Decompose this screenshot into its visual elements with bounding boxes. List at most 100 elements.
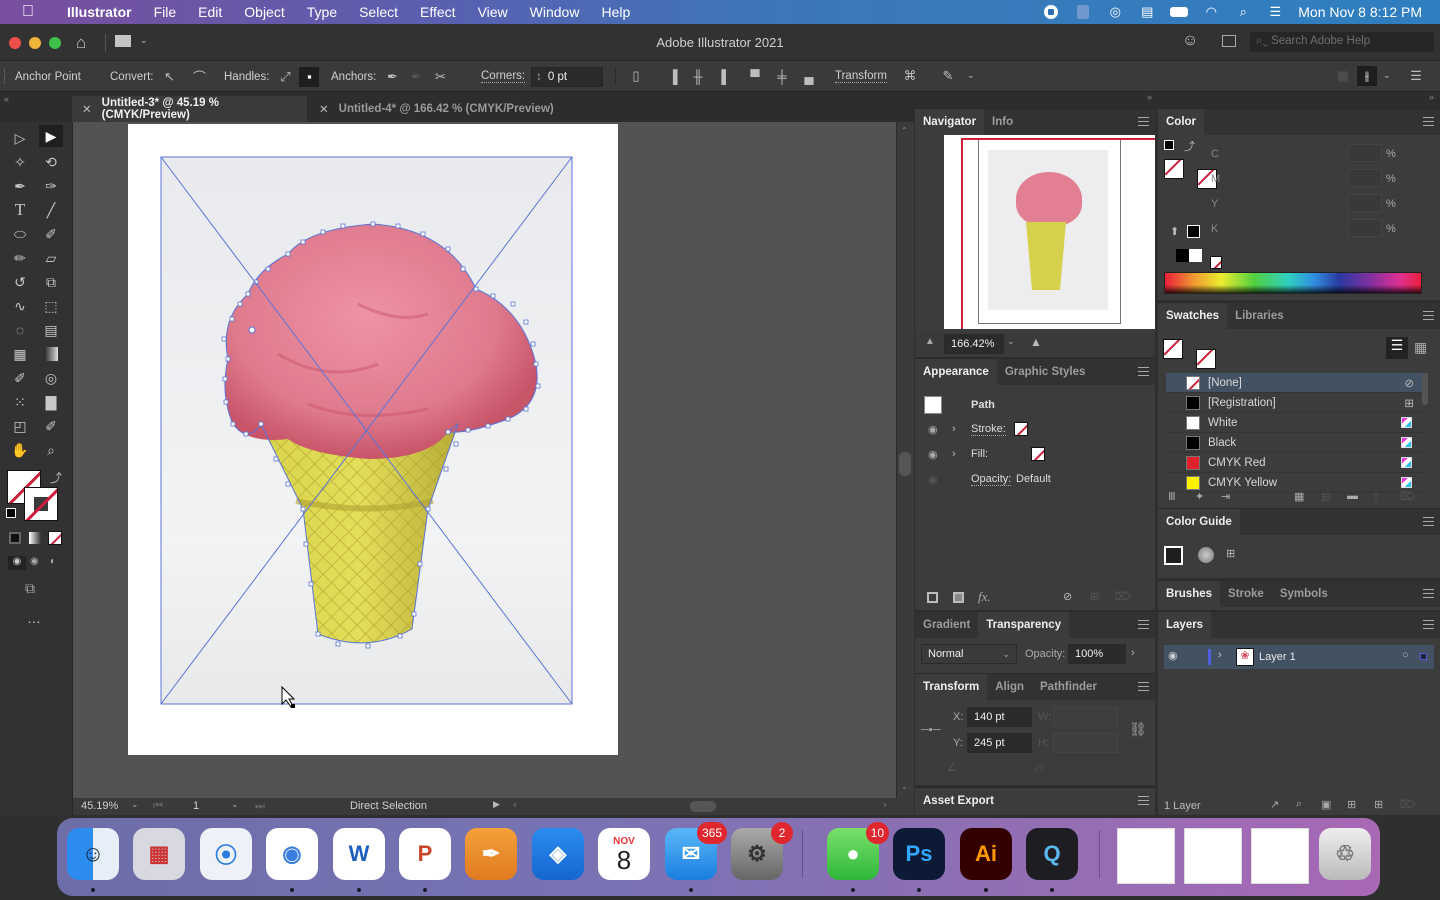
menu-app-name[interactable]: Illustrator <box>56 4 143 20</box>
menu-file[interactable]: File <box>143 4 188 20</box>
anchor-point[interactable] <box>245 291 251 297</box>
anchor-point[interactable] <box>523 319 529 325</box>
creative-cloud-icon[interactable]: ◎ <box>1106 4 1124 19</box>
direct-selection-tool[interactable]: ▶ <box>39 125 63 147</box>
export-for-screens-icon[interactable]: ↗ <box>1270 798 1279 811</box>
curvature-tool[interactable]: ✑ <box>39 175 63 197</box>
opacity-slider-chevron-icon[interactable]: › <box>1131 647 1135 659</box>
dock-messages-icon[interactable]: ● 10 <box>827 822 889 880</box>
draw-normal-icon[interactable]: ◉ <box>8 556 26 570</box>
black-value-input[interactable] <box>1348 219 1382 237</box>
panel-menu-icon[interactable] <box>1423 117 1434 126</box>
layer-target-icon[interactable]: ○ <box>1402 649 1409 661</box>
lasso-tool[interactable]: ⟲ <box>39 151 63 173</box>
create-sublayer-icon[interactable]: ⊞ <box>1347 798 1356 811</box>
anchor-point[interactable] <box>273 456 279 462</box>
swatch-libraries-menu-icon[interactable]: Ⅲ <box>1168 490 1176 503</box>
default-fill-stroke-icon[interactable] <box>1164 140 1174 150</box>
dock-word-icon[interactable]: W <box>333 828 385 880</box>
panel-toggle-icon[interactable]: ⫲ <box>1357 66 1377 86</box>
display-icon[interactable]: ▤ <box>1138 4 1156 19</box>
wifi-icon[interactable]: ◠ <box>1202 4 1220 19</box>
navigator-view-box[interactable] <box>961 138 1155 329</box>
anchor-point[interactable] <box>445 246 451 252</box>
anchor-point[interactable] <box>443 466 449 472</box>
close-tab-icon[interactable]: ✕ <box>319 102 329 116</box>
gradient-mode-icon[interactable] <box>29 532 41 544</box>
tab-layers[interactable]: Layers <box>1158 612 1212 638</box>
horizontal-scrollbar-thumb[interactable] <box>690 801 716 812</box>
zoom-level[interactable]: 45.19% <box>81 800 118 812</box>
swatch-row[interactable]: CMYK Red <box>1166 453 1428 473</box>
new-folder-icon[interactable]: ▬ <box>1347 490 1358 502</box>
panel-menu-icon[interactable] <box>1138 796 1149 805</box>
collapse-toolbar-icon[interactable]: « <box>4 94 9 104</box>
arrange-documents-icon[interactable] <box>1222 35 1236 47</box>
hide-handles-icon[interactable]: ▪ <box>299 66 320 87</box>
recolor-artwork-icon[interactable]: ✎ <box>938 66 958 86</box>
expand-fill-chevron-icon[interactable]: › <box>952 448 956 460</box>
create-new-layer-icon[interactable]: ⊞ <box>1374 798 1383 811</box>
swatch-row[interactable]: Black <box>1166 433 1428 453</box>
tab-align[interactable]: Align <box>987 674 1032 700</box>
align-left-icon[interactable]: ▐ <box>663 66 683 86</box>
stroke-swatch-none[interactable] <box>1014 422 1028 436</box>
align-horizontal-center-icon[interactable]: ╫ <box>688 66 708 86</box>
stepper-icon[interactable]: ↕ <box>536 71 542 83</box>
reference-point-icon[interactable]: ─▪─ <box>921 724 941 736</box>
default-fill-stroke-icon[interactable] <box>6 508 16 518</box>
anchor-point[interactable] <box>285 481 291 487</box>
menu-select[interactable]: Select <box>348 4 409 20</box>
zoom-in-icon[interactable]: ▲ <box>1030 335 1042 349</box>
anchor-point[interactable] <box>397 633 403 639</box>
zoom-tool[interactable]: ⌕ <box>39 439 63 461</box>
menu-object[interactable]: Object <box>233 4 295 20</box>
save-color-group-icon[interactable]: ⊞ <box>1226 547 1235 560</box>
tab-transparency[interactable]: Transparency <box>978 612 1070 638</box>
fill-none-indicator[interactable] <box>1163 339 1183 359</box>
shaper-tool[interactable]: ✏ <box>8 247 32 269</box>
canvas-area[interactable] <box>73 122 896 798</box>
doc-tab-untitled-3[interactable]: ✕ Untitled-3* @ 45.19 % (CMYK/Preview) <box>72 96 307 122</box>
mesh-tool[interactable]: ▦ <box>8 343 32 365</box>
menu-edit[interactable]: Edit <box>187 4 233 20</box>
dock-pages-icon[interactable]: ✒ <box>465 828 517 880</box>
dock-safari-icon[interactable]: ⦿ <box>200 828 252 880</box>
anchor-point[interactable] <box>237 301 243 307</box>
layer-selection-indicator[interactable] <box>1420 653 1427 660</box>
close-tab-icon[interactable]: ✕ <box>82 102 92 116</box>
corners-input[interactable]: ↕ 0 pt <box>531 66 604 87</box>
expand-layer-chevron-icon[interactable]: › <box>1218 649 1222 661</box>
cyan-value-input[interactable] <box>1348 144 1382 162</box>
show-swatch-kinds-icon[interactable]: ✦ <box>1195 490 1204 503</box>
panel-menu-icon[interactable] <box>1423 517 1434 526</box>
dock-recent-document[interactable] <box>1251 828 1309 884</box>
tab-color[interactable]: Color <box>1158 109 1205 135</box>
tab-symbols[interactable]: Symbols <box>1272 581 1336 607</box>
status-menu-arrow-icon[interactable]: ▶ <box>493 799 500 810</box>
eraser-tool[interactable]: ▱ <box>39 247 63 269</box>
isolate-object-icon[interactable]: ⌘ <box>900 66 920 86</box>
chevron-down-icon[interactable]: ⌄ <box>231 799 239 810</box>
x-position-input[interactable]: 140 pt <box>967 707 1032 727</box>
dock-launchpad-icon[interactable]: ▦ <box>133 828 185 880</box>
corners-label[interactable]: Corners: <box>481 70 526 83</box>
locate-object-icon[interactable]: ⌕ <box>1296 798 1302 811</box>
free-transform-tool[interactable]: ⬚ <box>39 295 63 317</box>
y-position-input[interactable]: 245 pt <box>967 733 1032 753</box>
anchor-point[interactable] <box>340 223 346 229</box>
apple-menu-icon[interactable]:  <box>0 3 56 21</box>
fill-visibility-eye-icon[interactable]: ◉ <box>928 448 938 461</box>
anchor-point[interactable] <box>510 301 516 307</box>
magenta-value-input[interactable] <box>1348 169 1382 187</box>
anchor-point[interactable] <box>460 266 466 272</box>
perspective-grid-tool[interactable]: ▤ <box>39 319 63 341</box>
pen-tool[interactable]: ✒ <box>8 175 32 197</box>
placed-image-ice-cream[interactable] <box>128 124 618 755</box>
anchor-point[interactable] <box>445 429 451 435</box>
color-spectrum-bar[interactable] <box>1164 272 1422 294</box>
anchor-point[interactable] <box>505 416 511 422</box>
stroke-swatch-none[interactable] <box>24 487 58 521</box>
anchor-point[interactable] <box>420 231 426 237</box>
tab-transform[interactable]: Transform <box>915 674 988 700</box>
